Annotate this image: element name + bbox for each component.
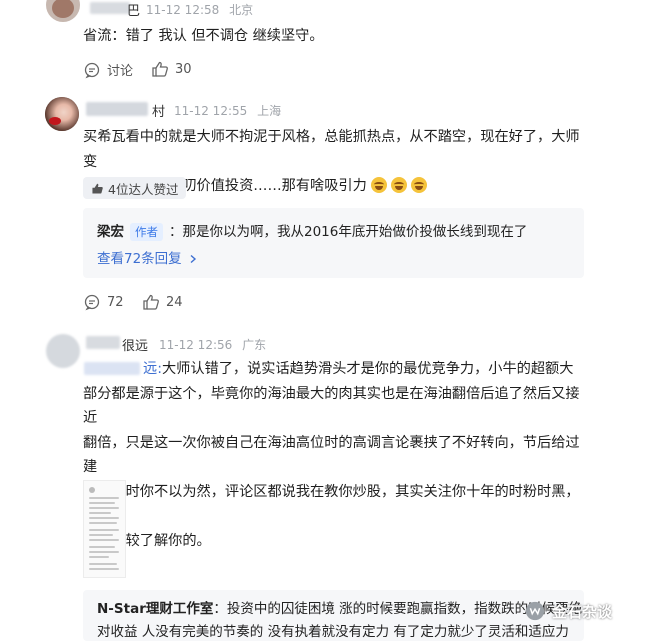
reply-line: N-Star理财工作室：投资中的囚徒困境 涨的时候要跑赢指数，指数跌的时候要绝 [97, 597, 582, 617]
username-tail[interactable]: 很远 [122, 335, 148, 354]
reply-line: 梁宏 作者 ：那是你以为啊，我从2016年底开始做价投做长线到现在了 [97, 220, 527, 241]
comment-location: 广东 [242, 338, 267, 352]
thumb-up-icon [143, 294, 159, 310]
like-button[interactable]: 30 [151, 60, 192, 78]
comment-meta: 11-12 12:55 上海 [174, 102, 281, 119]
view-replies-label: 查看72条回复 [97, 251, 182, 267]
like-count: 30 [175, 61, 192, 77]
username-blurred[interactable] [90, 2, 130, 14]
comment-location: 上海 [257, 104, 282, 118]
comment-time: 11-12 12:55 [174, 104, 248, 118]
view-replies-link[interactable]: 查看72条回复 [97, 247, 198, 267]
like-count: 24 [166, 294, 183, 310]
laugh-cry-emoji [390, 177, 407, 193]
comment-time: 11-12 12:56 [159, 338, 233, 352]
endorse-label: 4位达人赞过 [108, 181, 179, 197]
chat-bubble-icon [84, 294, 100, 311]
laugh-cry-emoji [410, 177, 427, 193]
avatar[interactable] [45, 97, 79, 131]
comment-text-line: 议，当时你不以为然，评论区都说我在教你炒股，其实关注你十年的时粉时黑，还 [83, 483, 580, 525]
like-button[interactable]: 24 [142, 293, 183, 311]
discuss-label: 讨论 [107, 64, 134, 79]
discuss-button[interactable]: 讨论 [83, 60, 133, 79]
reply-author[interactable]: N-Star理财工作室 [97, 601, 213, 617]
username-tail[interactable]: 巴 [127, 0, 140, 19]
reply-box: N-Star理财工作室：投资中的囚徒困境 涨的时候要跑赢指数，指数跌的时候要绝 … [83, 590, 584, 641]
chevron-right-icon [190, 254, 197, 264]
watermark: 金石杂谈 [524, 600, 612, 622]
comment-text-line: 远:大师认错了，说实话趋势滑头才是你的最优竞争力，小牛的超额大 [143, 361, 574, 377]
comment-meta: 11-12 12:56 广东 [159, 336, 266, 353]
wechat-logo-icon [525, 601, 545, 621]
comment-text-line: 部分都是源于这个，毕竟你的海油最大的肉其实也是在海油翻倍后追了然后又接近 [83, 385, 580, 427]
reply-box: 梁宏 作者 ：那是你以为啊，我从2016年底开始做价投做长线到现在了 查看72条回复 [83, 208, 584, 278]
attached-image-thumbnail[interactable] [83, 480, 126, 578]
comment-text-line: 买希瓦看中的就是大师不拘泥于风格，总能抓热点，从不踏空，现在好了，大师变 [83, 129, 580, 170]
comment-time: 11-12 12:58 [146, 3, 220, 17]
comment-text-line: 翻倍，只是这一次你被自己在海油高位时的高调言论裹挟了不好转向，节后给过建 [83, 434, 580, 476]
reply-text: ：那是你以为啊，我从2016年底开始做价投做长线到现在了 [169, 224, 528, 240]
comment-text-line: 算是比较了解你的。 [83, 532, 211, 549]
comment-text: 省流：错了 我认 但不调仓 继续坚守。 [83, 28, 324, 44]
avatar[interactable] [46, 0, 80, 22]
username-blurred[interactable] [86, 336, 120, 349]
author-tag: 作者 [130, 223, 163, 241]
username-blurred[interactable] [86, 102, 148, 116]
comment-count-button[interactable]: 72 [83, 293, 124, 311]
comment-count: 72 [107, 294, 124, 310]
quote-prefix[interactable]: 远: [143, 361, 162, 377]
avatar[interactable] [46, 334, 80, 368]
reply-author[interactable]: 梁宏 [97, 224, 124, 240]
comment-text: 远:大师认错了，说实话趋势滑头才是你的最优竞争力，小牛的超额大 部分都是源于这个… [83, 357, 583, 553]
thumb-up-icon [152, 61, 168, 77]
comment-location: 北京 [229, 3, 254, 17]
endorse-badge[interactable]: 4位达人赞过 [83, 177, 187, 199]
thumb-up-icon [92, 183, 103, 194]
laugh-cry-emoji [370, 177, 387, 193]
comment-meta: 11-12 12:58 北京 [146, 1, 253, 18]
chat-bubble-icon [84, 62, 100, 78]
username-tail[interactable]: 村 [152, 101, 165, 120]
reply-line: 对收益 人没有完美的节奏的 没有执着就没有定力 有了定力就少了灵活和适应力 [97, 624, 569, 640]
watermark-label: 金石杂谈 [552, 602, 613, 621]
